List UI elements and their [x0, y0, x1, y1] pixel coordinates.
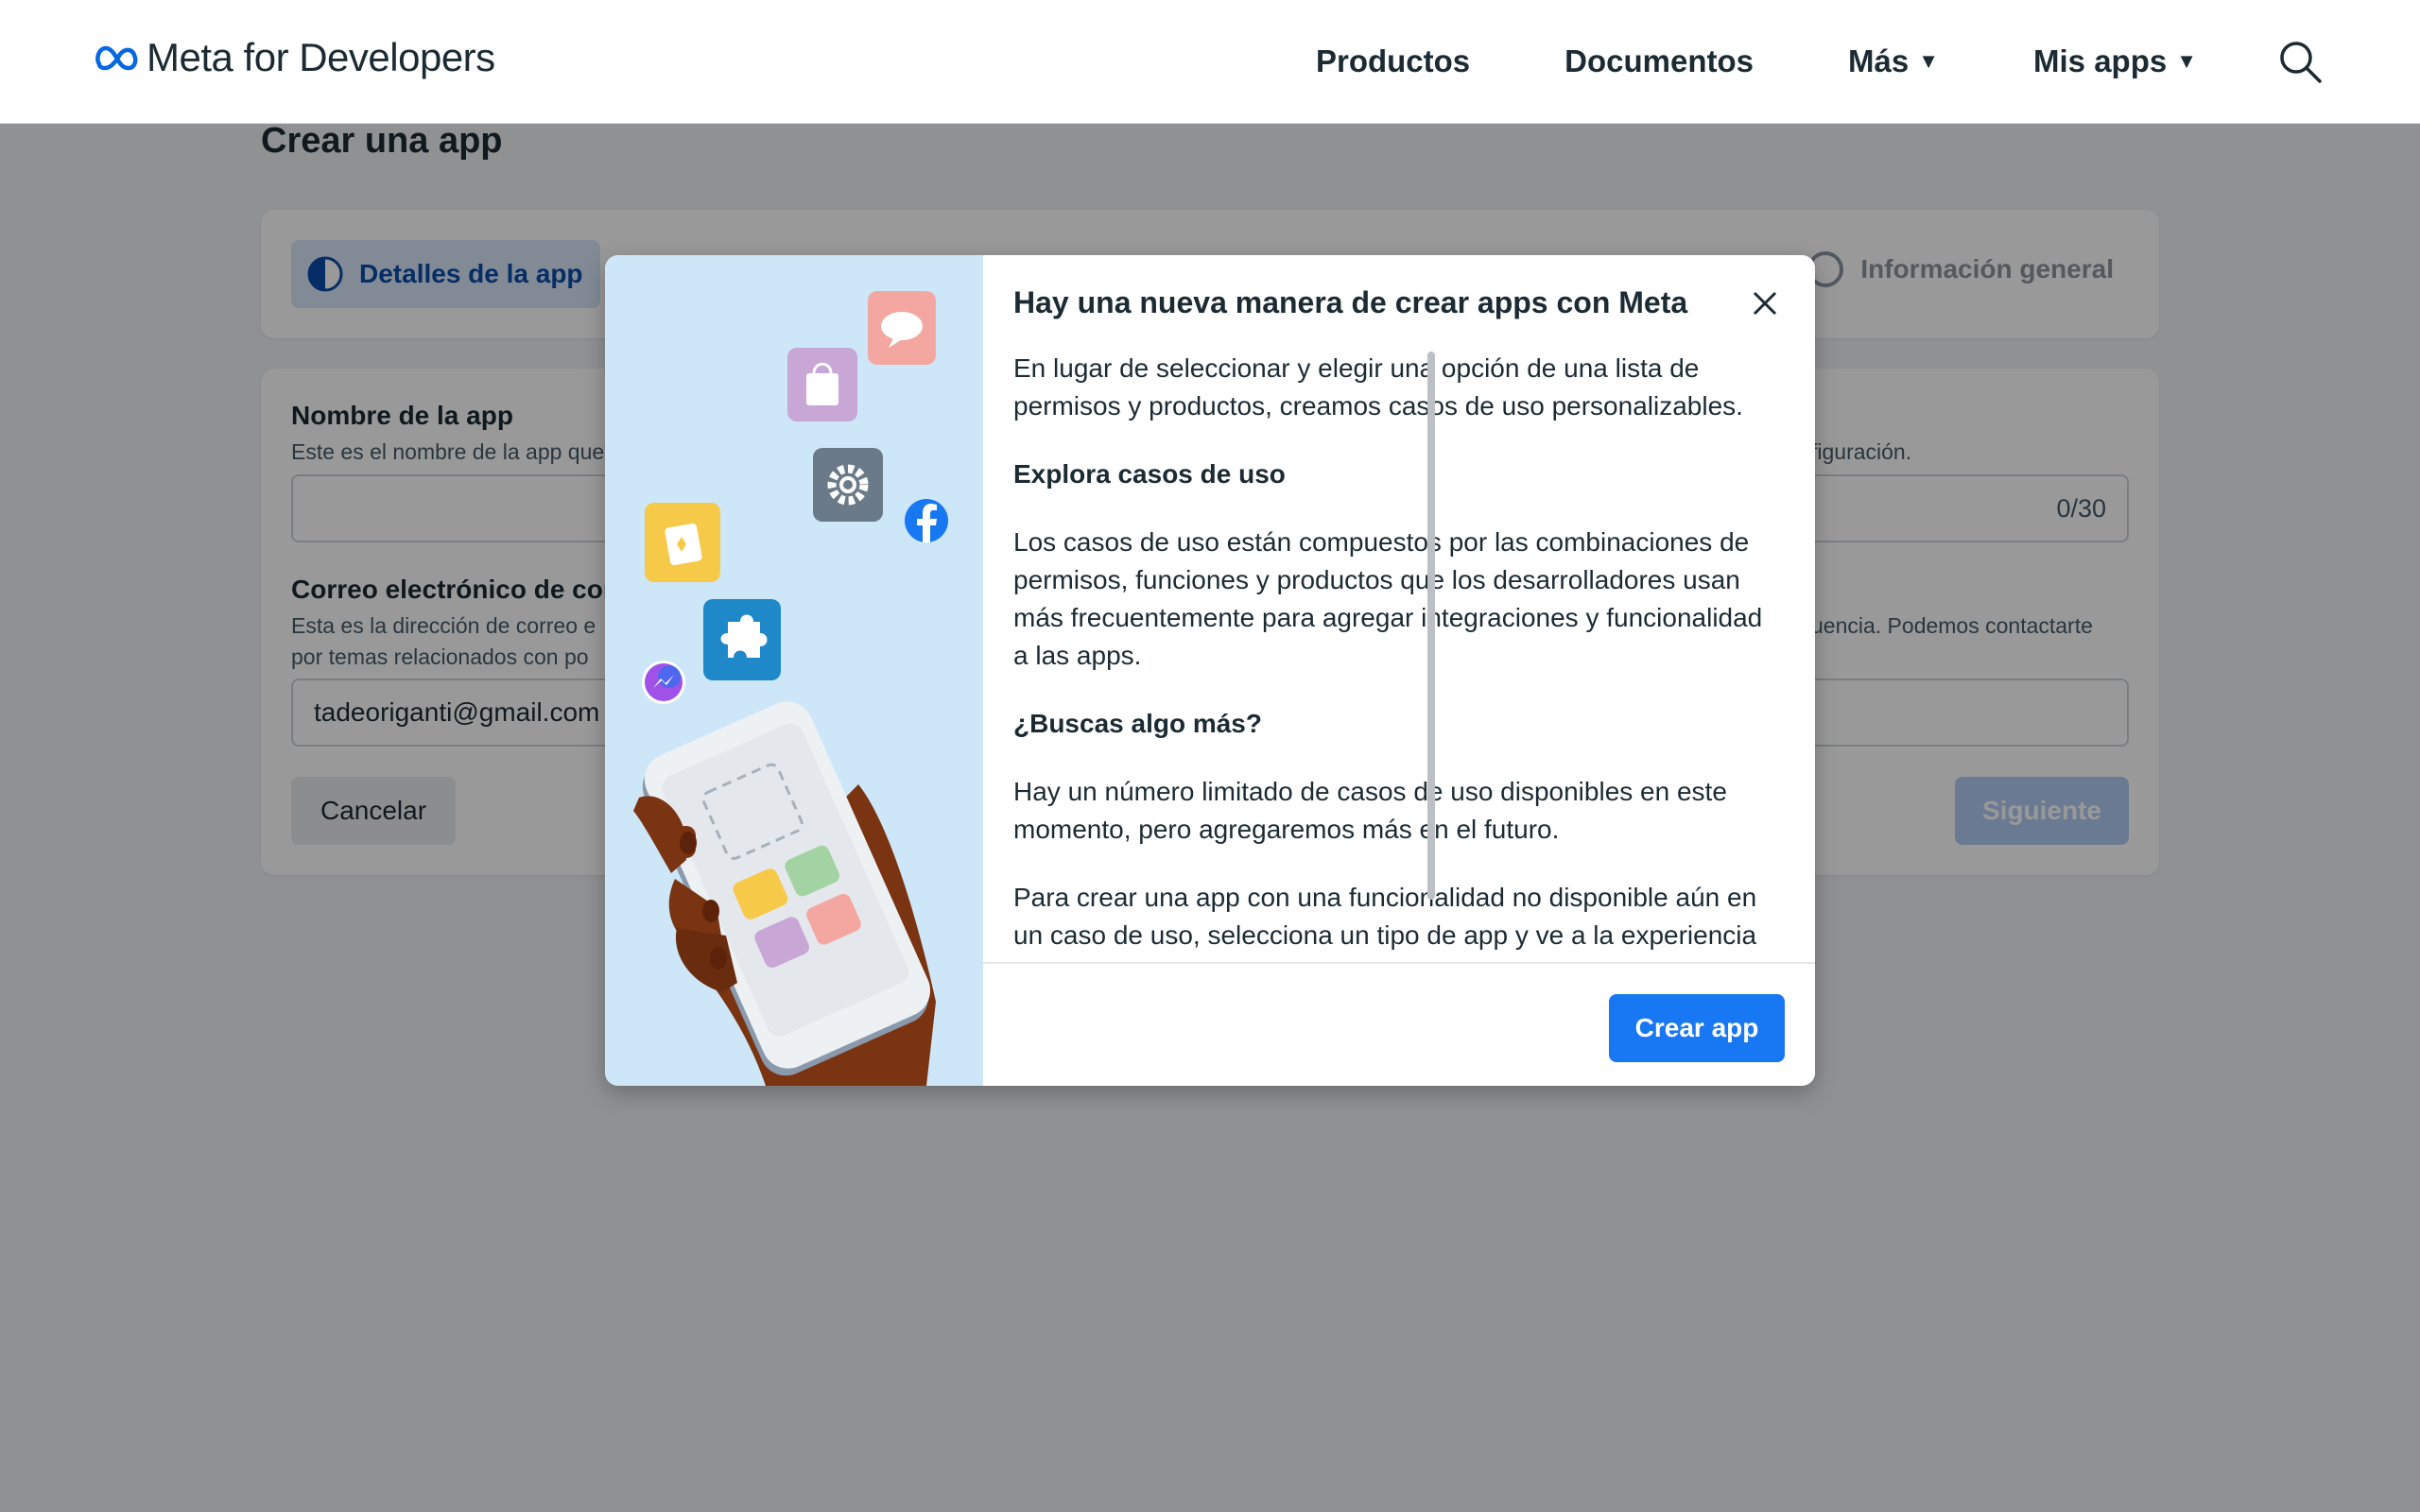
modal-paragraph: Los casos de uso están compuestos por la…	[1013, 527, 1763, 670]
modal-paragraph: Para crear una app con una funcionalidad…	[1013, 883, 1757, 950]
cards-icon	[645, 503, 720, 582]
modal-paragraph: Hay un número limitado de casos de uso d…	[1013, 777, 1727, 844]
top-nav: Meta for Developers Productos Documentos…	[0, 0, 2420, 124]
nav-mis-apps[interactable]: Mis apps ▼	[2033, 43, 2197, 79]
modal-content-panel: Hay una nueva manera de crear apps con M…	[983, 255, 1815, 1086]
main-nav: Productos Documentos Más ▼ Mis apps ▼	[1221, 28, 2324, 94]
meta-logo[interactable]: Meta for Developers	[94, 34, 495, 81]
nav-mas-label: Más	[1848, 43, 1910, 78]
modal-scrollbar[interactable]	[1427, 352, 1435, 900]
search-icon[interactable]	[2276, 38, 2324, 85]
logo-text: Meta for Developers	[147, 35, 495, 79]
meta-infinity-icon	[95, 45, 138, 71]
caret-down-icon: ▼	[2176, 49, 2197, 73]
caret-down-icon: ▼	[1918, 49, 1940, 73]
nav-mas[interactable]: Más ▼	[1848, 43, 1939, 79]
nav-documentos-label: Documentos	[1564, 43, 1754, 78]
modal-title: Hay una nueva manera de crear apps con M…	[1013, 285, 1688, 319]
phone-illustration	[605, 255, 983, 1086]
modal-footer: Crear app	[983, 962, 1815, 1086]
modal-paragraph: En lugar de seleccionar y elegir una opc…	[1013, 353, 1743, 421]
nav-mis-apps-label: Mis apps	[2033, 43, 2168, 78]
modal-subheading: ¿Buscas algo más?	[1013, 709, 1262, 738]
puzzle-icon	[703, 599, 781, 680]
nav-productos-label: Productos	[1315, 43, 1471, 78]
modal-subheading: Explora casos de uso	[1013, 459, 1286, 489]
create-app-button[interactable]: Crear app	[1609, 994, 1785, 1062]
gear-icon	[813, 448, 883, 522]
nav-productos[interactable]: Productos	[1316, 43, 1470, 79]
shopping-bag-icon	[787, 348, 857, 421]
nav-documentos[interactable]: Documentos	[1564, 43, 1754, 79]
close-icon[interactable]	[1745, 284, 1785, 323]
use-cases-modal: Hay una nueva manera de crear apps con M…	[605, 255, 1815, 1086]
messenger-icon	[642, 661, 685, 704]
facebook-icon	[905, 499, 948, 542]
chat-bubble-icon	[868, 291, 936, 365]
modal-body[interactable]: En lugar de seleccionar y elegir una opc…	[1013, 350, 1781, 962]
